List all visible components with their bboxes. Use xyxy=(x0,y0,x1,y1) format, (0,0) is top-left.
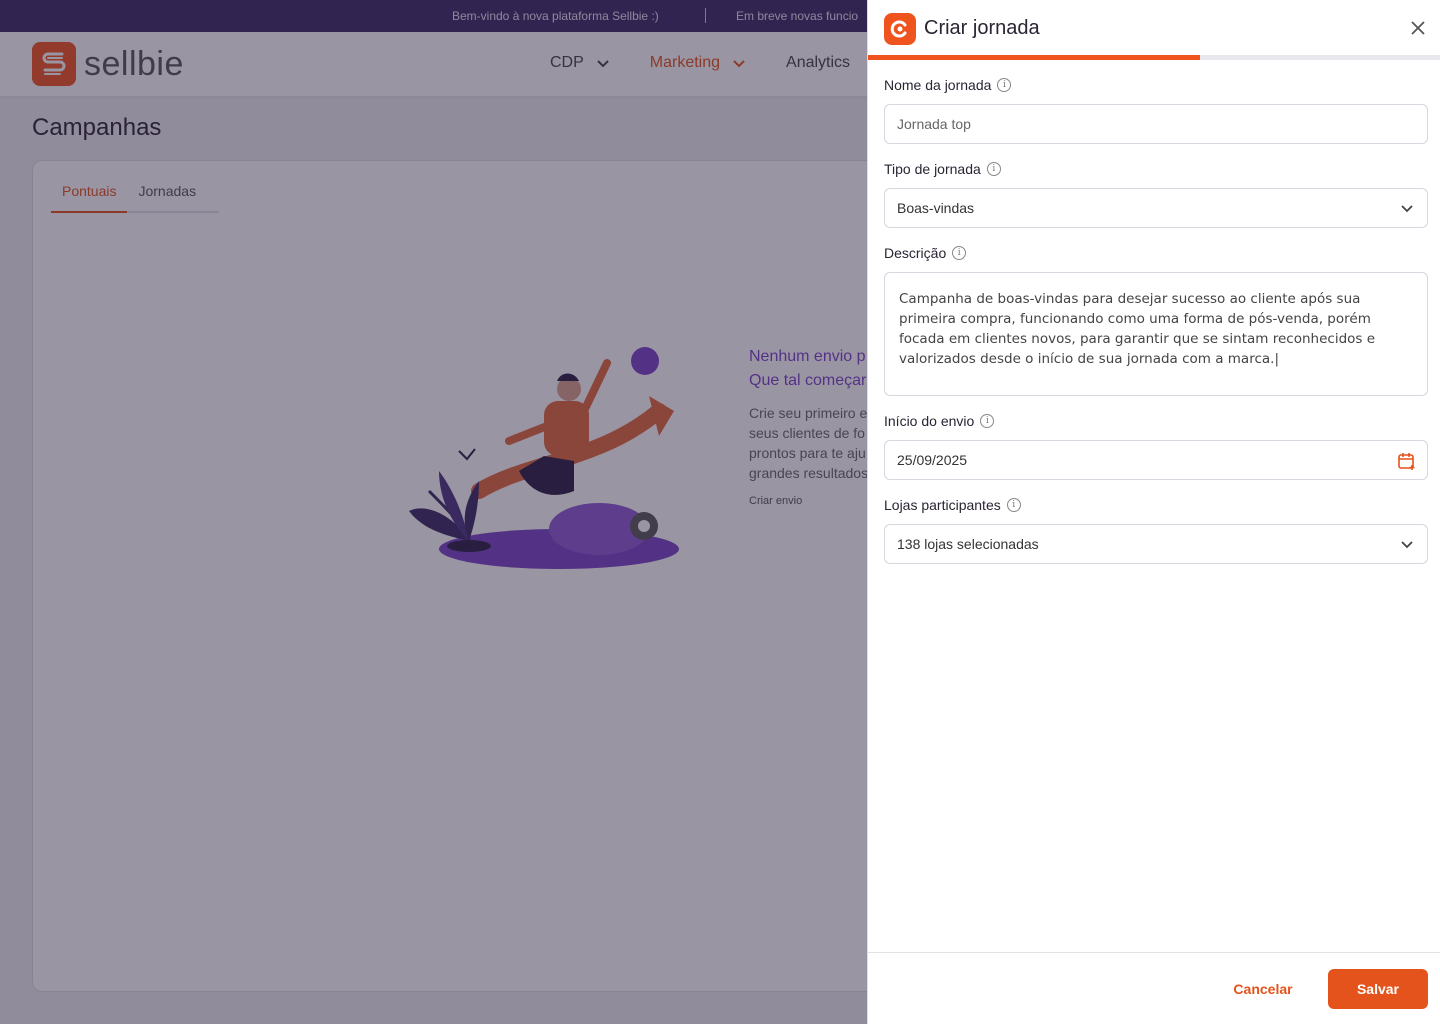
wizard-progress-fill xyxy=(868,55,1201,60)
info-icon[interactable]: i xyxy=(997,78,1012,92)
chevron-down-icon xyxy=(1401,541,1413,549)
create-journey-drawer: Criar jornada Nome da jornada i Jornada … xyxy=(867,0,1440,1024)
calendar-add-icon[interactable] xyxy=(1397,451,1417,471)
info-icon[interactable]: i xyxy=(986,162,1001,176)
journey-type-select[interactable]: Boas-vindas xyxy=(884,188,1428,228)
label-text: Lojas participantes xyxy=(884,497,1001,513)
start-date-input[interactable]: 25/09/2025 xyxy=(884,440,1428,480)
stores-label: Lojas participantes i xyxy=(884,497,1021,513)
cancel-button[interactable]: Cancelar xyxy=(1218,971,1308,1007)
sellbie-app-icon xyxy=(884,13,916,45)
journey-type-label: Tipo de jornada i xyxy=(884,161,1001,177)
description-textarea[interactable]: Campanha de boas-vindas para desejar suc… xyxy=(884,272,1428,396)
input-value: 25/09/2025 xyxy=(897,452,968,468)
journey-name-label: Nome da jornada i xyxy=(884,77,1012,93)
info-icon[interactable]: i xyxy=(980,414,995,428)
label-text: Tipo de jornada xyxy=(884,161,981,177)
close-icon[interactable] xyxy=(1408,18,1428,38)
select-value: Boas-vindas xyxy=(897,200,975,216)
drawer-title: Criar jornada xyxy=(924,17,1040,39)
description-label: Descrição i xyxy=(884,245,967,261)
wizard-progress xyxy=(868,55,1440,60)
drawer-footer: Cancelar Salvar xyxy=(868,952,1440,1024)
input-value: Jornada top xyxy=(897,116,971,132)
label-text: Nome da jornada xyxy=(884,77,992,93)
stores-select[interactable]: 138 lojas selecionadas xyxy=(884,524,1428,564)
drawer-header: Criar jornada xyxy=(868,0,1440,60)
label-text: Início do envio xyxy=(884,413,975,429)
save-button[interactable]: Salvar xyxy=(1328,969,1428,1009)
journey-name-input[interactable]: Jornada top xyxy=(884,104,1428,144)
info-icon[interactable]: i xyxy=(1006,498,1021,512)
info-icon[interactable]: i xyxy=(952,246,967,260)
select-value: 138 lojas selecionadas xyxy=(897,536,1039,552)
start-date-label: Início do envio i xyxy=(884,413,995,429)
chevron-down-icon xyxy=(1401,205,1413,213)
label-text: Descrição xyxy=(884,245,947,261)
